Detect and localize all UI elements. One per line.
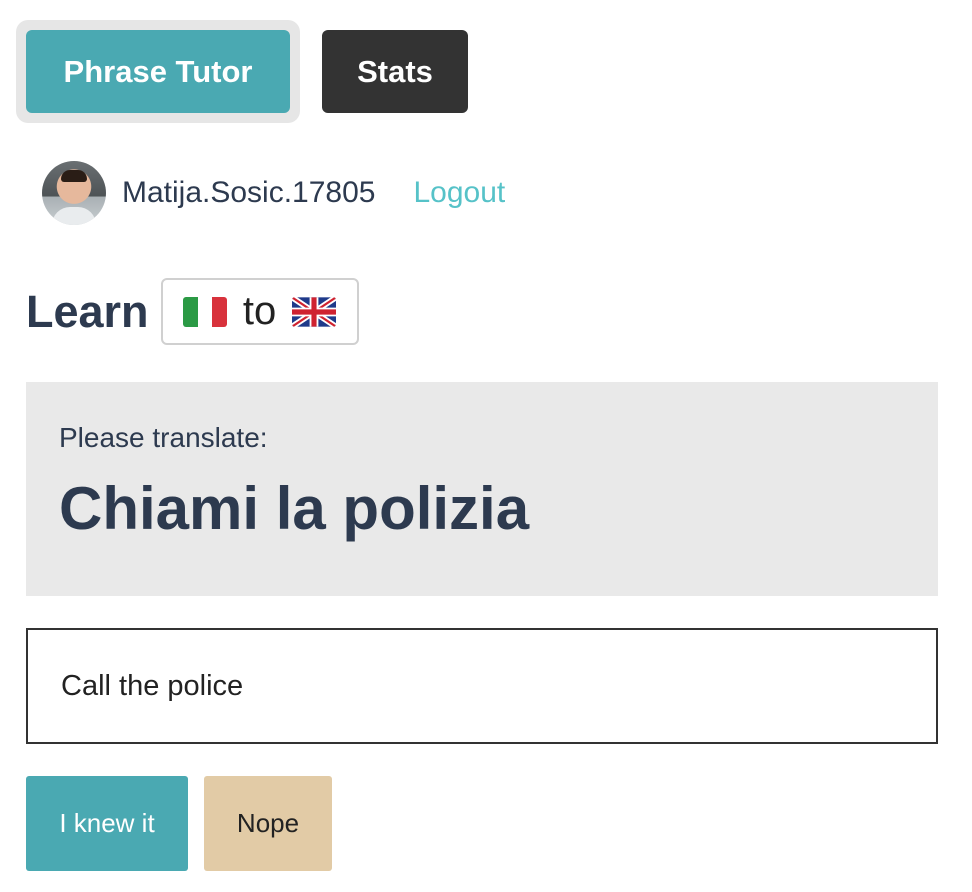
language-to-label: to [242,289,277,333]
tab-tutor-focus-ring: Phrase Tutor [16,20,300,123]
tab-stats[interactable]: Stats [322,30,468,113]
learn-title: Learn [26,285,149,337]
nope-button[interactable]: Nope [204,776,332,871]
learn-row: Learn to [26,278,359,345]
user-row: Matija.Sosic.17805 Logout [42,161,505,225]
logout-link[interactable]: Logout [413,176,505,210]
translation-prompt-card: Please translate: Chiami la polizia [26,382,938,596]
top-nav: Phrase Tutor Stats [16,20,468,123]
italy-flag-icon [182,296,227,327]
i-knew-it-button[interactable]: I knew it [26,776,188,871]
prompt-phrase: Chiami la polizia [59,475,530,542]
avatar-shirt [52,207,96,225]
language-pair-selector[interactable]: to [160,278,359,345]
uk-flag-icon [292,296,337,327]
answer-input[interactable] [26,628,938,744]
action-buttons: I knew it Nope [26,776,332,871]
username: Matija.Sosic.17805 [122,176,376,209]
avatar [42,161,106,225]
prompt-label: Please translate: [59,422,268,453]
tab-phrase-tutor[interactable]: Phrase Tutor [26,30,290,113]
avatar-hair [61,170,87,182]
phrase-tutor-page: Phrase Tutor Stats Matija.Sosic.17805 Lo… [0,0,972,892]
